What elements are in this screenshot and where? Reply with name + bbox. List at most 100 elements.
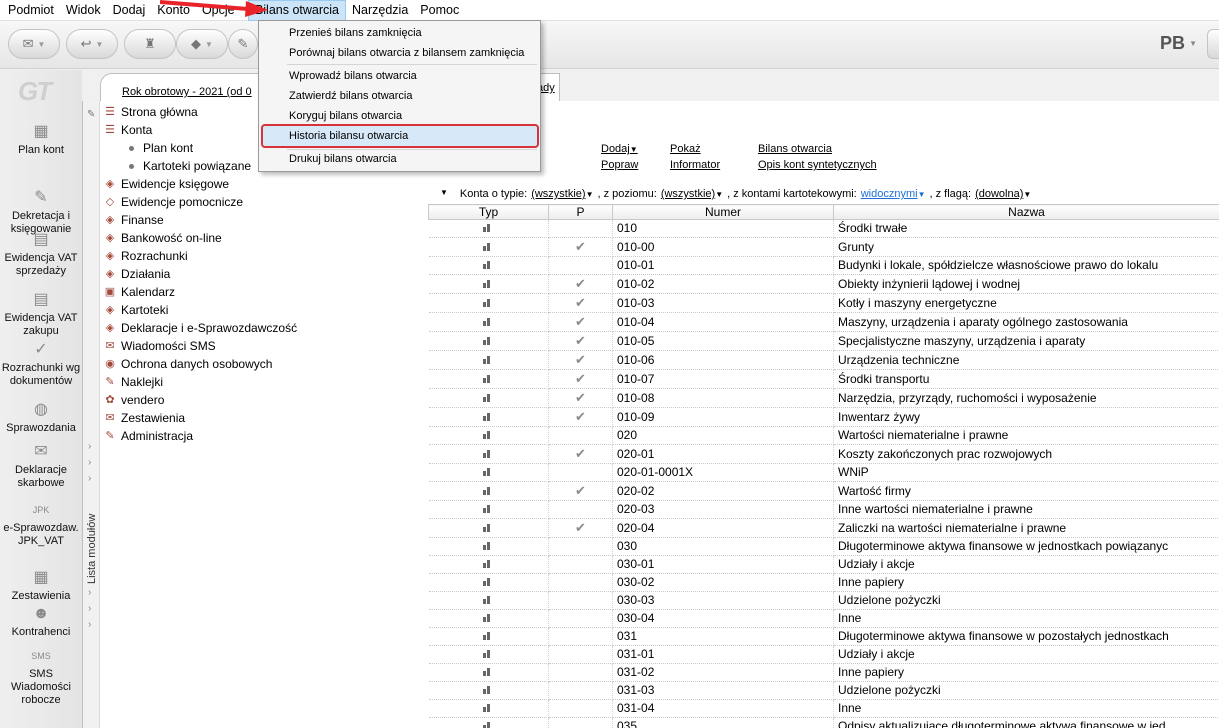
table-row[interactable]: ✔ 020-04 Zaliczki na wartości niematerialn… [428, 518, 1219, 538]
filter-kartoteki-value[interactable]: widocznymi▼ [861, 188, 926, 200]
table-row[interactable]: 030-03 Udzielone pożyczki [428, 591, 1219, 610]
opis-kont-link[interactable]: Opis kont syntetycznych [758, 159, 877, 171]
dodaj-link[interactable]: Dodaj▼ [601, 143, 638, 155]
column-header-nazwa[interactable]: Nazwa [833, 204, 1219, 220]
informator-link[interactable]: Informator [670, 159, 720, 171]
module-item[interactable]: Kartoteki powiązane [129, 157, 251, 175]
toolbar-stamp-button[interactable]: ♜ [124, 29, 176, 59]
module-item[interactable]: ◈ Kartoteki [103, 301, 169, 319]
table-row[interactable]: 031-01 Udziały i akcje [428, 645, 1219, 664]
table-row[interactable]: 035 Odpisy aktualizujące długoterminowe a… [428, 717, 1219, 728]
menu-item-zatwierdz[interactable]: Zatwierdź bilans otwarcia [289, 87, 413, 105]
column-header-numer[interactable]: Numer [612, 204, 834, 220]
table-row[interactable]: 010 Środki trwałe [428, 219, 1219, 238]
table-row[interactable]: ✔ 010-05 Specjalistyczne maszyny, urządzen… [428, 331, 1219, 351]
chevron-right-icon[interactable]: › [88, 473, 91, 484]
module-item[interactable]: ◈ Ewidencje księgowe [103, 175, 229, 193]
menu-item-wprowadz[interactable]: Wprowadź bilans otwarcia [289, 67, 417, 85]
module-item[interactable]: ✎ Administracja [103, 427, 193, 445]
nav-summaries[interactable]: ▦ Zestawienia [0, 568, 82, 603]
table-row[interactable]: 020-03 Inne wartości niematerialne i praw… [428, 500, 1219, 519]
module-item[interactable]: Plan kont [129, 139, 193, 157]
column-header-typ[interactable]: Typ [428, 204, 549, 220]
menu-podmiot[interactable]: Podmiot [2, 0, 60, 21]
toolbar-eraser-button[interactable]: ◆ ▼ [176, 29, 228, 59]
user-initials[interactable]: PB [1160, 33, 1185, 54]
table-row[interactable]: 031-02 Inne papiery [428, 663, 1219, 682]
table-row[interactable]: 031-03 Udzielone pożyczki [428, 681, 1219, 700]
filter-typ-value[interactable]: (wszystkie)▼ [531, 188, 593, 200]
module-list-strip[interactable]: ✎ Lista modułów › › › › › › [83, 101, 100, 728]
toolbar-reply-button[interactable]: ↩ ▼ [66, 29, 118, 59]
menu-item-koryguj[interactable]: Koryguj bilans otwarcia [289, 107, 402, 125]
nav-chart-of-accounts[interactable]: ▦ Plan kont [0, 122, 82, 157]
toolbar-tool-button[interactable]: ✎ [228, 29, 258, 59]
module-item[interactable]: ◉ Ochrona danych osobowych [103, 355, 272, 373]
table-row[interactable]: ✔ 020-01 Koszty zakończonych prac rozwojow… [428, 444, 1219, 464]
table-row[interactable]: ✔ 010-02 Obiekty inżynierii lądowej i wodn… [428, 274, 1219, 294]
chevron-right-icon[interactable]: › [88, 619, 91, 630]
chevron-right-icon[interactable]: › [88, 587, 91, 598]
module-item[interactable]: ✎ Naklejki [103, 373, 163, 391]
module-item[interactable]: ✉ Zestawienia [103, 409, 185, 427]
chevron-right-icon[interactable]: › [88, 441, 91, 452]
filter-poziom-value[interactable]: (wszystkie)▼ [661, 188, 723, 200]
table-row[interactable]: 020-01-0001X WNiP [428, 463, 1219, 482]
toolbar-envelope-button[interactable]: ✉ ▼ [8, 29, 60, 59]
module-item[interactable]: ◈ Bankowość on-line [103, 229, 222, 247]
module-item[interactable]: ◈ Rozrachunki [103, 247, 188, 265]
chevron-down-icon[interactable]: ▼ [1189, 39, 1197, 48]
menu-narzedzia[interactable]: Narzędzia [346, 0, 414, 21]
table-row[interactable]: 030-04 Inne [428, 609, 1219, 628]
menu-widok[interactable]: Widok [60, 0, 107, 21]
collapse-triangle-icon[interactable]: ▼ [440, 188, 448, 200]
module-item[interactable]: ☰ Konta [103, 121, 152, 139]
nav-vat-sales[interactable]: ▤ Ewidencja VAT sprzedaży [0, 230, 82, 278]
column-header-p[interactable]: P [548, 204, 613, 220]
table-row[interactable]: ✔ 010-00 Grunty [428, 237, 1219, 257]
nav-jpk[interactable]: JPK e-Sprawozdaw. JPK_VAT [0, 500, 82, 548]
table-row[interactable]: 030 Długoterminowe aktywa finansowe w jed… [428, 537, 1219, 556]
table-row[interactable]: 031 Długoterminowe aktywa finansowe w poz… [428, 627, 1219, 646]
nav-posting[interactable]: ✎ Dekretacja i księgowanie [0, 188, 82, 236]
table-row[interactable]: 030-02 Inne papiery [428, 573, 1219, 592]
chevron-right-icon[interactable]: › [88, 457, 91, 468]
menu-item-historia[interactable]: Historia bilansu otwarcia [289, 127, 408, 145]
menu-pomoc[interactable]: Pomoc [414, 0, 465, 21]
module-item[interactable]: ☰ Strona główna [103, 103, 198, 121]
menu-item-przenies[interactable]: Przenieś bilans zamknięcia [289, 24, 422, 42]
table-row[interactable]: ✔ 010-08 Narzędzia, przyrządy, ruchomości … [428, 388, 1219, 408]
table-row[interactable]: 030-01 Udziały i akcje [428, 555, 1219, 574]
module-item[interactable]: ✿ vendero [103, 391, 164, 409]
table-row[interactable]: ✔ 010-03 Kotły i maszyny energetyczne [428, 293, 1219, 313]
table-row[interactable]: ✔ 010-04 Maszyny, urządzenia i aparaty ogó… [428, 312, 1219, 332]
tab-label[interactable]: Rok obrotowy - 2021 (od 0 [122, 86, 252, 98]
chevron-right-icon[interactable]: › [88, 603, 91, 614]
nav-reports[interactable]: ◍ Sprawozdania [0, 400, 82, 435]
nav-tax-declarations[interactable]: ✉ Deklaracje skarbowe [0, 442, 82, 490]
module-item[interactable]: ◈ Deklaracje i e-Sprawozdawczość [103, 319, 297, 337]
popraw-link[interactable]: Popraw [601, 159, 638, 171]
menu-item-drukuj[interactable]: Drukuj bilans otwarcia [289, 150, 397, 168]
module-item[interactable]: ✉ Wiadomości SMS [103, 337, 215, 355]
pin-icon[interactable]: ✎ [87, 109, 95, 120]
bilans-otwarcia-link[interactable]: Bilans otwarcia [758, 143, 832, 155]
table-row[interactable]: 031-04 Inne [428, 699, 1219, 718]
menu-item-porownaj[interactable]: Porównaj bilans otwarcia z bilansem zamk… [289, 44, 524, 62]
nav-vat-purchase[interactable]: ▤ Ewidencja VAT zakupu [0, 290, 82, 338]
table-row[interactable]: ✔ 020-02 Wartość firmy [428, 481, 1219, 501]
table-row[interactable]: ✔ 010-07 Środki transportu [428, 369, 1219, 389]
nav-sms[interactable]: SMS SMS Wiadomości robocze [0, 646, 82, 707]
table-row[interactable]: ✔ 010-09 Inwentarz żywy [428, 407, 1219, 427]
nav-settlements[interactable]: ✓ Rozrachunki wg dokumentów [0, 340, 82, 388]
toolbar-edge-button[interactable] [1207, 29, 1219, 59]
nav-contractors[interactable]: ☻ Kontrahenci [0, 604, 82, 639]
module-item[interactable]: ◇ Ewidencje pomocnicze [103, 193, 243, 211]
table-row[interactable]: ✔ 010-06 Urządzenia techniczne [428, 350, 1219, 370]
module-item[interactable]: ▣ Kalendarz [103, 283, 175, 301]
module-item[interactable]: ◈ Finanse [103, 211, 164, 229]
table-row[interactable]: 020 Wartości niematerialne i prawne [428, 426, 1219, 445]
filter-flaga-value[interactable]: (dowolna)▼ [975, 188, 1031, 200]
module-item[interactable]: ◈ Działania [103, 265, 171, 283]
table-row[interactable]: 010-01 Budynki i lokale, spółdzielcze wła… [428, 256, 1219, 275]
